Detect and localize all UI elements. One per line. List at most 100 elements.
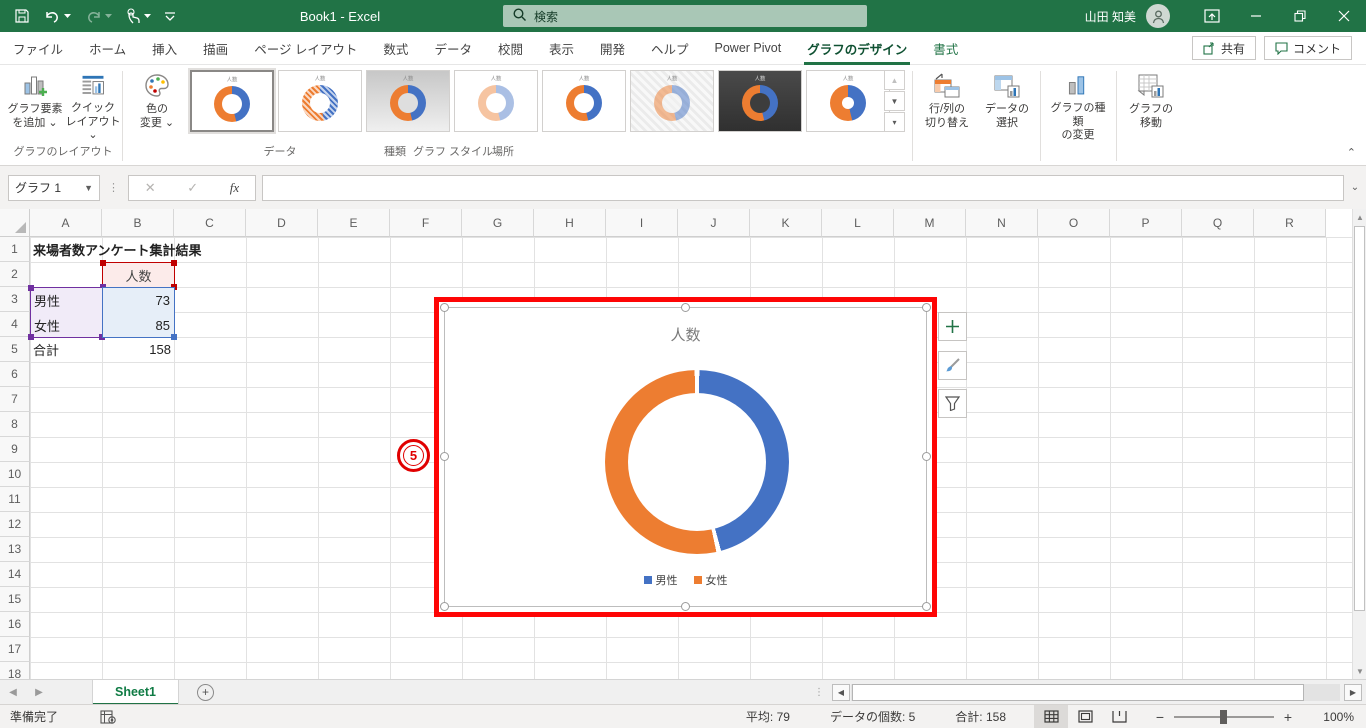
zoom-level[interactable]: 100% — [1306, 710, 1354, 724]
zoom-slider[interactable] — [1174, 709, 1274, 724]
formula-bar-splitter[interactable]: ⋮ — [108, 181, 120, 194]
chart-elements-button[interactable] — [938, 312, 967, 341]
chart-style-4[interactable]: 人数 — [454, 70, 538, 132]
column-header-J[interactable]: J — [678, 209, 750, 237]
tab-file[interactable]: ファイル — [0, 32, 76, 65]
row-header-15[interactable]: 15 — [0, 587, 30, 612]
hscroll-left-icon[interactable]: ◀ — [832, 684, 850, 701]
change-chart-type-button[interactable]: グラフの種類 の変更 — [1046, 69, 1110, 143]
select-data-button[interactable]: データの 選択 — [978, 69, 1036, 143]
column-header-L[interactable]: L — [822, 209, 894, 237]
collapse-ribbon-icon[interactable]: ⌃ — [1347, 146, 1356, 159]
undo-icon[interactable] — [44, 9, 71, 24]
row-header-13[interactable]: 13 — [0, 537, 30, 562]
row-header-4[interactable]: 4 — [0, 312, 30, 337]
status-sum[interactable]: 合計: 158 — [955, 708, 1006, 725]
tab-power-pivot[interactable]: Power Pivot — [702, 32, 795, 65]
column-header-N[interactable]: N — [966, 209, 1038, 237]
horizontal-scrollbar[interactable] — [851, 684, 1340, 701]
column-header-D[interactable]: D — [246, 209, 318, 237]
enter-icon[interactable]: ✓ — [187, 180, 198, 196]
user-name[interactable]: 山田 知美 — [1085, 8, 1136, 25]
redo-icon[interactable] — [85, 9, 112, 24]
select-all-corner[interactable] — [0, 209, 30, 237]
column-header-O[interactable]: O — [1038, 209, 1110, 237]
doughnut-chart[interactable]: 人数 男性 女性 — [440, 303, 931, 611]
normal-view-icon[interactable] — [1034, 704, 1068, 728]
chart-title[interactable]: 人数 — [445, 324, 926, 345]
chart-style-7[interactable]: 人数 — [718, 70, 802, 132]
chart-style-5[interactable]: 人数 — [542, 70, 626, 132]
chart-handle-w[interactable] — [440, 452, 449, 461]
row-header-7[interactable]: 7 — [0, 387, 30, 412]
formula-input[interactable] — [262, 174, 1344, 201]
page-layout-view-icon[interactable] — [1068, 705, 1102, 728]
row-header-14[interactable]: 14 — [0, 562, 30, 587]
tab-scrollbar-splitter[interactable]: ⋮ — [814, 687, 824, 698]
chart-handle-e[interactable] — [922, 452, 931, 461]
chart-handle-sw[interactable] — [440, 602, 449, 611]
column-header-R[interactable]: R — [1254, 209, 1326, 237]
column-header-I[interactable]: I — [606, 209, 678, 237]
status-count[interactable]: データの個数: 5 — [830, 708, 915, 725]
chart-handle-n[interactable] — [680, 303, 690, 312]
quick-layout-button[interactable]: クイック レイアウト ⌄ — [64, 69, 122, 143]
tab-page-layout[interactable]: ページ レイアウト — [241, 32, 370, 65]
new-sheet-icon[interactable]: + — [197, 683, 214, 701]
formula-bar-expand-icon[interactable]: ⌄ — [1344, 182, 1366, 193]
row-header-18[interactable]: 18 — [0, 662, 30, 679]
search-box[interactable]: 検索 — [503, 5, 867, 27]
column-header-K[interactable]: K — [750, 209, 822, 237]
hscroll-right-icon[interactable]: ▶ — [1344, 684, 1362, 701]
ribbon-display-options-icon[interactable] — [1190, 0, 1234, 32]
range-a3-a4-categories[interactable]: 男性 女性 — [28, 285, 105, 340]
chart-handle-s[interactable] — [680, 602, 690, 611]
chart-filters-button[interactable] — [938, 389, 967, 418]
gallery-scroll-up-icon[interactable]: ▲ — [884, 70, 905, 90]
switch-row-column-button[interactable]: 行/列の 切り替え — [918, 69, 976, 143]
tab-home[interactable]: ホーム — [76, 32, 139, 65]
cell-a1[interactable]: 来場者数アンケート集計結果 — [33, 237, 201, 262]
gallery-more-icon[interactable]: ▾ — [884, 112, 905, 132]
name-box[interactable]: グラフ 1 ▼ — [8, 174, 100, 201]
row-header-3[interactable]: 3 — [0, 287, 30, 312]
sheet-nav-right-icon[interactable]: ▶ — [26, 687, 52, 698]
chart-handle-ne[interactable] — [922, 303, 931, 312]
cell-b5[interactable]: 158 — [102, 337, 171, 362]
tab-draw[interactable]: 描画 — [190, 32, 241, 65]
vertical-scrollbar[interactable]: ▲ ▼ — [1352, 209, 1366, 679]
horizontal-scroll-thumb[interactable] — [852, 684, 1304, 701]
move-chart-button[interactable]: グラフの 移動 — [1122, 69, 1180, 143]
row-header-12[interactable]: 12 — [0, 512, 30, 537]
sheet-tab-sheet1[interactable]: Sheet1 — [92, 679, 179, 705]
column-header-Q[interactable]: Q — [1182, 209, 1254, 237]
chart-style-3[interactable]: 人数 — [366, 70, 450, 132]
range-b3-b4-values[interactable]: 73 85 — [102, 287, 177, 340]
chart-styles-button[interactable] — [938, 351, 967, 380]
column-header-F[interactable]: F — [390, 209, 462, 237]
save-icon[interactable] — [14, 8, 30, 24]
close-button[interactable] — [1322, 0, 1366, 32]
touch-mode-icon[interactable] — [126, 8, 151, 24]
column-header-P[interactable]: P — [1110, 209, 1182, 237]
share-button[interactable]: 共有 — [1191, 36, 1256, 60]
row-header-2[interactable]: 2 — [0, 262, 30, 287]
column-header-H[interactable]: H — [534, 209, 606, 237]
legend-item-2[interactable]: 女性 — [693, 572, 728, 588]
vertical-scroll-thumb[interactable] — [1354, 226, 1365, 611]
tab-chart-format[interactable]: 書式 — [920, 32, 971, 65]
zoom-slider-thumb[interactable] — [1220, 709, 1227, 724]
sheet-nav-left-icon[interactable]: ◀ — [0, 687, 26, 698]
tab-review[interactable]: 校閲 — [485, 32, 536, 65]
column-header-B[interactable]: B — [102, 209, 174, 237]
status-average[interactable]: 平均: 79 — [746, 708, 790, 725]
scroll-up-icon[interactable]: ▲ — [1353, 209, 1366, 225]
tab-view[interactable]: 表示 — [536, 32, 587, 65]
column-header-M[interactable]: M — [894, 209, 966, 237]
tab-insert[interactable]: 挿入 — [139, 32, 190, 65]
column-header-E[interactable]: E — [318, 209, 390, 237]
tab-formulas[interactable]: 数式 — [370, 32, 421, 65]
chart-handle-nw[interactable] — [440, 303, 449, 312]
avatar[interactable] — [1146, 4, 1170, 28]
row-header-8[interactable]: 8 — [0, 412, 30, 437]
